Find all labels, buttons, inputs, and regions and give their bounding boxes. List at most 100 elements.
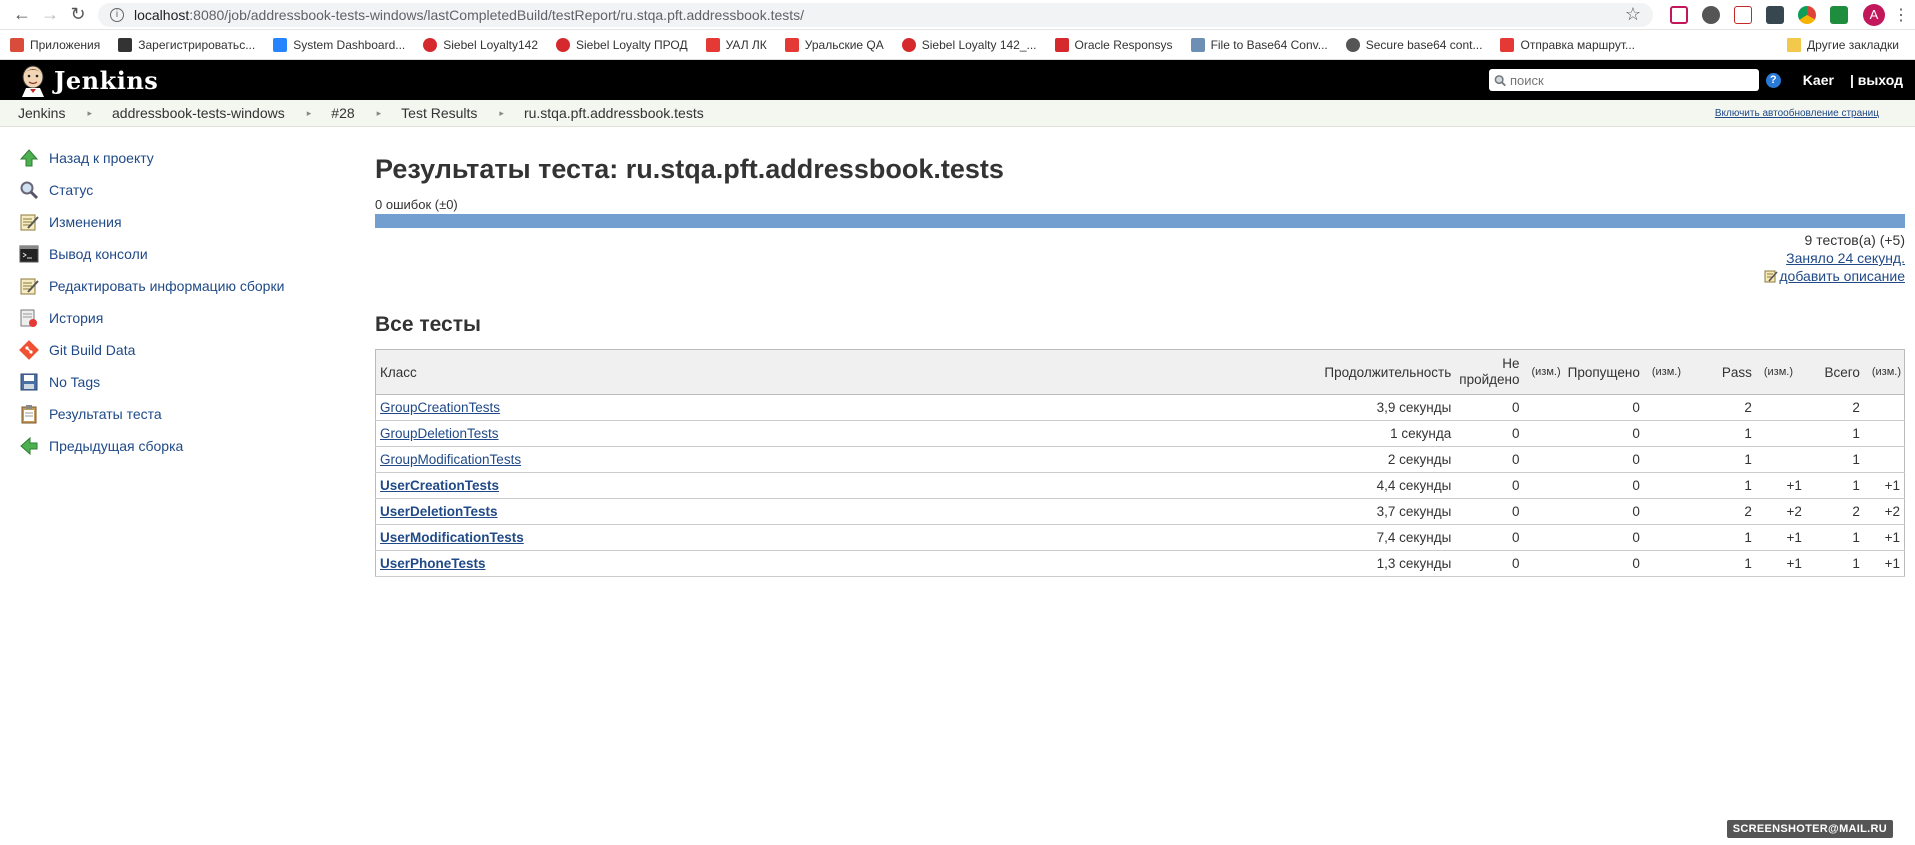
bookmark-item[interactable]: Siebel Loyalty ПРОД [556,37,688,52]
col-total-diff[interactable]: (изм.) [1863,349,1905,395]
bookmark-item[interactable]: System Dashboard... [273,37,406,52]
extension-chrome-icon[interactable] [1798,5,1816,24]
bookmark-item[interactable]: Зарегистрироватьс... [118,37,255,52]
col-pass[interactable]: Pass [1703,349,1756,395]
failed-diff-cell [1523,446,1564,473]
bookmark-item[interactable]: Oracle Responsys [1054,37,1173,52]
failed-diff-cell [1523,420,1564,447]
jenkins-butler-icon [22,65,44,97]
skipped-cell: 0 [1563,394,1644,421]
class-name-link[interactable]: UserDeletionTests [380,504,498,519]
col-duration[interactable]: Продолжительность [1290,349,1456,395]
sidebar-task[interactable]: Изменения [18,206,375,238]
bookmark-label: Siebel Loyalty 142_... [921,37,1037,52]
jenkins-logo[interactable]: Jenkins [18,63,158,97]
class-name-link[interactable]: UserModificationTests [380,530,524,545]
breadcrumb-separator-icon[interactable]: ▸ [307,108,312,119]
sidebar-task[interactable]: No Tags [18,366,375,398]
search-input[interactable] [1509,72,1754,88]
table-row: UserPhoneTests 1,3 секунды 0 0 1 +1 1 +1 [375,550,1905,577]
col-total[interactable]: Всего [1805,349,1864,395]
skipped-cell: 0 [1563,498,1644,525]
bookmark-item[interactable]: Siebel Loyalty142 [423,37,538,52]
bookmark-item[interactable]: Siebel Loyalty 142_... [901,37,1037,52]
edit-note-icon [1764,270,1778,283]
breadcrumb-link[interactable]: Test Results [401,105,477,121]
pass-cell: 1 [1703,446,1756,473]
user-link[interactable]: Kaer [1803,72,1834,88]
bookmark-item[interactable]: Приложения [10,37,100,52]
extension-x-icon[interactable] [1766,5,1784,24]
skipped-cell: 0 [1563,472,1644,499]
add-description-link[interactable]: добавить описание [1779,267,1905,285]
extension-pocket-icon[interactable] [1670,5,1688,24]
col-failed-diff[interactable]: (изм.) [1523,349,1564,395]
skipped-cell: 0 [1563,420,1644,447]
address-bar[interactable]: i localhost:8080/job/addressbook-tests-w… [98,2,1653,27]
profile-avatar[interactable]: A [1863,3,1885,26]
breadcrumb-link[interactable]: #28 [331,105,354,121]
bookmark-item[interactable]: File to Base64 Conv... [1190,37,1328,52]
bookmark-label: Отправка маршрут... [1520,37,1635,52]
bookmark-item[interactable]: Secure base64 cont... [1345,37,1482,52]
back-arrow-icon[interactable]: ← [8,2,36,28]
logout-link[interactable]: | выход [1850,72,1903,88]
sidebar-task[interactable]: Вывод консоли [18,238,375,270]
sidebar-task[interactable]: Статус [18,174,375,206]
class-name-link[interactable]: GroupDeletionTests [380,426,499,441]
bookmark-item[interactable]: Отправка маршрут... [1500,37,1635,52]
breadcrumb-separator-icon[interactable]: ▸ [377,108,382,119]
col-pass-diff[interactable]: (изм.) [1755,349,1806,395]
breadcrumb-link[interactable]: addressbook-tests-windows [112,105,285,121]
breadcrumb-item: addressbook-tests-windows ▸ [112,105,331,121]
class-name-link[interactable]: GroupCreationTests [380,400,500,415]
sidebar-task-label: История [49,310,104,326]
help-icon[interactable]: ? [1765,72,1781,88]
col-skipped[interactable]: Пропущено [1563,349,1644,395]
git-icon [18,339,40,361]
sidebar-task[interactable]: Результаты теста [18,398,375,430]
breadcrumb-link[interactable]: Jenkins [18,105,65,121]
breadcrumb-item: Jenkins ▸ [18,105,112,121]
history-icon [18,307,40,329]
autorefresh-link[interactable]: Включить автообновление страниц [1715,108,1879,119]
failed-cell: 0 [1455,498,1524,525]
sidebar-task[interactable]: Git Build Data [18,334,375,366]
class-name-link[interactable]: UserPhoneTests [380,556,486,571]
col-class[interactable]: Класс [375,349,1291,395]
clipboard-icon [18,403,40,425]
col-failed[interactable]: Не пройдено [1455,349,1524,395]
bookmark-label: Oracle Responsys [1074,37,1173,52]
extension-translate-icon[interactable] [1734,5,1752,24]
browser-menu-icon[interactable]: ⋮ [1893,5,1909,25]
extension-circle-icon[interactable] [1702,5,1720,24]
forward-arrow-icon[interactable]: → [36,2,64,28]
total-cell: 2 [1805,498,1864,525]
sidebar-task[interactable]: История [18,302,375,334]
bookmark-item[interactable]: Уральские QA [784,37,884,52]
class-name-link[interactable]: UserCreationTests [380,478,499,493]
col-skipped-diff[interactable]: (изм.) [1643,349,1704,395]
pass-cell: 2 [1703,498,1756,525]
total-diff-cell: +1 [1863,472,1905,499]
class-name-link[interactable]: GroupModificationTests [380,452,521,467]
breadcrumb-separator-icon[interactable]: ▸ [87,108,92,119]
breadcrumb-separator-icon[interactable]: ▸ [499,108,504,119]
extension-excel-icon[interactable] [1830,5,1848,24]
duration-link[interactable]: Заняло 24 секунд. [1786,250,1905,266]
skipped-diff-cell [1643,498,1704,525]
breadcrumb-link[interactable]: ru.stqa.pft.addressbook.tests [524,105,704,121]
total-cell: 1 [1805,524,1864,551]
breadcrumb: Jenkins ▸ addressbook-tests-windows ▸ #28 ▸ Te… [0,100,1915,127]
bookmark-star-icon[interactable]: ☆ [1625,4,1641,25]
reload-icon[interactable]: ↻ [64,2,92,28]
globe-icon [1345,37,1360,52]
bookmark-label: System Dashboard... [293,37,406,52]
bookmark-item[interactable]: УАЛ ЛК [705,37,767,52]
sidebar-task[interactable]: Предыдущая сборка [18,430,375,462]
sidebar-task[interactable]: Назад к проекту [18,142,375,174]
site-info-icon[interactable]: i [110,7,124,22]
total-cell: 2 [1805,394,1864,421]
other-bookmarks[interactable]: Другие закладки [1787,37,1899,52]
sidebar-task[interactable]: Редактировать информацию сборки [18,270,375,302]
